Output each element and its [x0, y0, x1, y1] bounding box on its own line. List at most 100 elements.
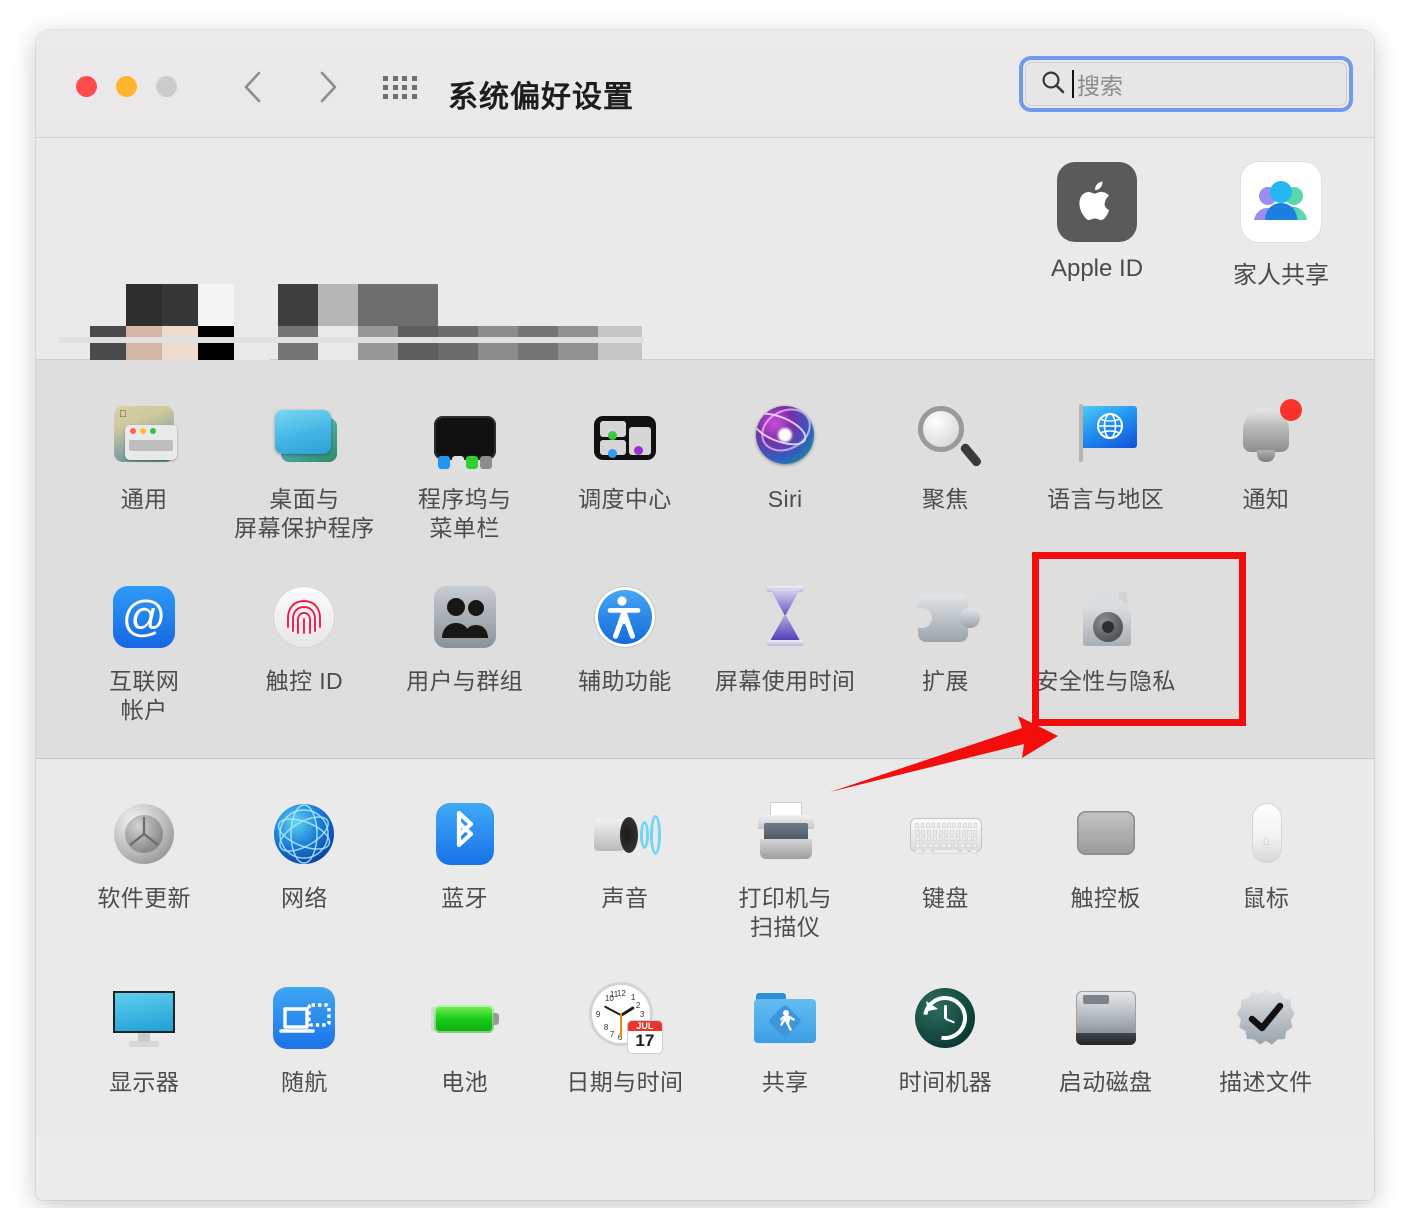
pref-network[interactable]: 网络: [224, 781, 384, 949]
printers-scanners-icon: [746, 795, 824, 873]
pref-notifications[interactable]: 通知: [1186, 382, 1346, 550]
screen-time-icon: [746, 578, 824, 656]
startup-disk-icon: [1067, 979, 1145, 1057]
siri-icon: [746, 396, 824, 474]
general-icon: : [105, 396, 183, 474]
pref-screen-time[interactable]: 屏幕使用时间: [705, 564, 865, 732]
pref-date-time[interactable]: 12 3 6 9 10 11 1 2 3 8 7 JUL 17: [545, 965, 705, 1105]
minimize-button[interactable]: [116, 76, 137, 97]
pref-label: 用户与群组: [406, 668, 524, 695]
pref-sharing[interactable]: 共享: [705, 965, 865, 1105]
preferences-section-personal:  通用 桌面与 屏幕保护程序: [36, 360, 1374, 760]
window-titlebar: 系统偏好设置 搜索: [36, 30, 1374, 138]
chevron-left-icon: [242, 70, 264, 104]
pref-label: 声音: [601, 885, 649, 912]
user-name-redacted: [278, 284, 644, 372]
pref-label: 电池: [441, 1069, 489, 1096]
displays-icon: [105, 979, 183, 1057]
pref-trackpad[interactable]: 触控板: [1026, 781, 1186, 949]
pref-displays[interactable]: 显示器: [64, 965, 224, 1105]
apple-id-label: Apple ID: [1050, 255, 1144, 282]
time-machine-icon: [906, 979, 984, 1057]
pref-security-privacy[interactable]: 安全性与隐私: [1026, 552, 1246, 732]
sidecar-icon: [265, 979, 343, 1057]
pref-label: 键盘: [921, 885, 969, 912]
desktop-screensaver-icon: [265, 396, 343, 474]
back-button[interactable]: [236, 70, 270, 104]
keyboard-icon: [906, 795, 984, 873]
pref-label: 描述文件: [1219, 1069, 1313, 1096]
notification-badge: [1279, 399, 1302, 421]
spotlight-icon: [906, 396, 984, 474]
pref-language-region[interactable]: 语言与地区: [1026, 382, 1186, 550]
pref-bluetooth[interactable]: 蓝牙: [385, 781, 545, 949]
pref-general[interactable]:  通用: [64, 382, 224, 550]
touch-id-icon: [265, 578, 343, 656]
pref-time-machine[interactable]: 时间机器: [865, 965, 1025, 1105]
text-caret: [1072, 70, 1074, 98]
pref-mouse[interactable]:  鼠标: [1186, 781, 1346, 949]
bluetooth-icon: [426, 795, 504, 873]
search-icon: [1040, 69, 1066, 100]
pref-label: 网络: [280, 885, 328, 912]
apple-id-item[interactable]: Apple ID: [1030, 162, 1164, 290]
calendar-badge: JUL 17: [627, 1021, 662, 1054]
pref-accessibility[interactable]: 辅助功能: [545, 564, 705, 732]
mission-control-icon: [586, 396, 664, 474]
forward-button[interactable]: [311, 70, 345, 104]
preferences-section-hardware: 软件更新 网络 蓝牙 声音 打印机与 扫描仪 键盘 触控板 鼠标 显示器 随航 …: [36, 759, 1374, 1135]
pref-label: 屏幕使用时间: [714, 668, 856, 695]
pref-row:  通用 桌面与 屏幕保护程序: [36, 382, 1374, 550]
pref-label: 通知: [1242, 486, 1290, 512]
mouse-icon: : [1227, 795, 1305, 873]
family-sharing-label: 家人共享: [1233, 262, 1329, 289]
pref-desktop-screensaver[interactable]: 桌面与 屏幕保护程序: [224, 382, 384, 550]
pref-battery[interactable]: 电池: [385, 965, 545, 1105]
pref-printers-scanners[interactable]: 打印机与 扫描仪: [705, 781, 865, 949]
system-preferences-window: 系统偏好设置 搜索 Apple ID 家人共享 通用 桌面与 屏幕保护程序 程序…: [36, 30, 1374, 1200]
close-button[interactable]: [76, 76, 97, 97]
pref-label: 调度中心: [578, 486, 672, 512]
pref-spotlight[interactable]: 聚焦: [865, 382, 1025, 550]
banner-divider: [59, 337, 644, 343]
sharing-icon: [746, 979, 824, 1057]
pref-sidecar[interactable]: 随航: [224, 965, 384, 1105]
pref-touch-id[interactable]: 触控 ID: [224, 564, 384, 732]
battery-icon: [426, 979, 504, 1057]
pref-keyboard[interactable]: 键盘: [865, 781, 1025, 949]
pref-label: 互联网 帐户: [109, 668, 180, 723]
apple-id-banner: Apple ID 家人共享: [36, 138, 1374, 410]
search-focus-ring: 搜索: [1019, 56, 1353, 112]
pref-label: 通用: [120, 486, 168, 512]
pref-software-update[interactable]: 软件更新: [64, 781, 224, 949]
pref-label: 桌面与 屏幕保护程序: [234, 486, 375, 541]
network-icon: [265, 795, 343, 873]
pref-mission-control[interactable]: 调度中心: [545, 382, 705, 550]
pref-extensions[interactable]: 扩展: [865, 564, 1025, 732]
pref-internet-accounts[interactable]: @ 互联网 帐户: [64, 564, 224, 732]
pref-label: 辅助功能: [578, 668, 672, 695]
pref-startup-disk[interactable]: 启动磁盘: [1026, 965, 1186, 1105]
security-privacy-icon: [1067, 578, 1145, 656]
pref-profiles[interactable]: 描述文件: [1186, 965, 1346, 1105]
show-all-grid-icon[interactable]: [383, 76, 417, 99]
pref-siri[interactable]: Siri: [705, 382, 865, 550]
family-sharing-item[interactable]: 家人共享: [1214, 162, 1348, 290]
pref-dock-menubar[interactable]: 程序坞与 菜单栏: [385, 382, 545, 550]
trackpad-icon: [1067, 795, 1145, 873]
pref-label: 程序坞与 菜单栏: [417, 486, 512, 541]
zoom-button: [156, 76, 177, 97]
dock-menubar-icon: [426, 396, 504, 474]
pref-label: Siri: [767, 486, 803, 512]
family-sharing-icon: [1241, 162, 1321, 242]
pref-label: 扩展: [921, 668, 969, 695]
pref-label: 日期与时间: [566, 1069, 684, 1096]
chevron-right-icon: [317, 70, 339, 104]
language-region-icon: [1067, 396, 1145, 474]
pref-label: 鼠标: [1242, 885, 1290, 912]
accessibility-icon: [586, 578, 664, 656]
pref-label: 聚焦: [921, 486, 969, 512]
pref-users-groups[interactable]: 用户与群组: [385, 564, 545, 732]
pref-sound[interactable]: 声音: [545, 781, 705, 949]
search-input[interactable]: 搜索: [1025, 62, 1347, 106]
